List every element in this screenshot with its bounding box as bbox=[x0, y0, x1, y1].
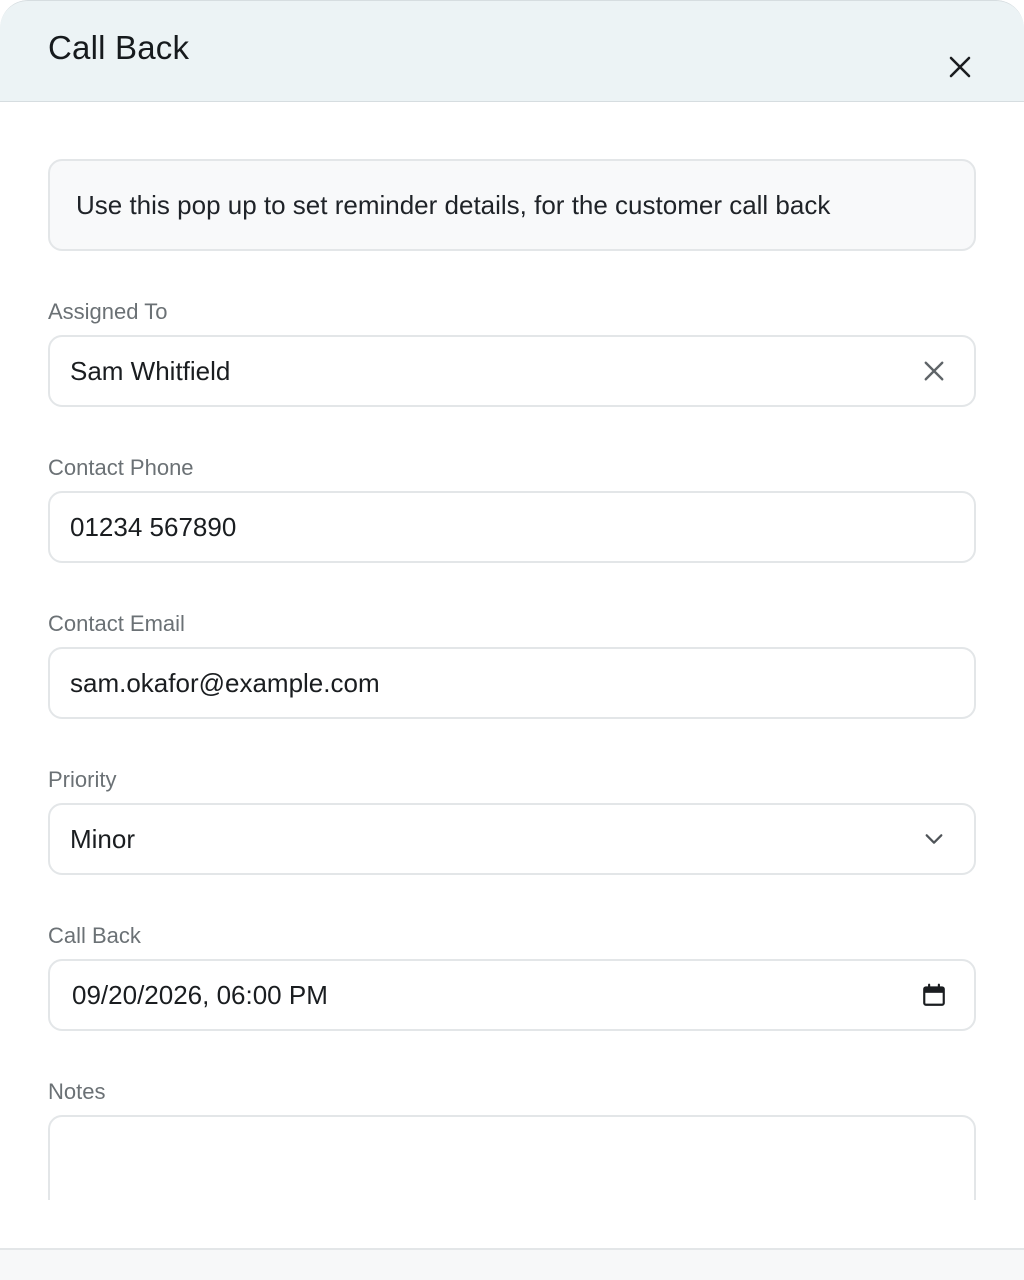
contact-email-field[interactable]: sam.okafor@example.com bbox=[48, 647, 976, 719]
call-back-label: Call Back bbox=[48, 923, 141, 948]
priority-label: Priority bbox=[48, 767, 117, 792]
call-back-value: 09/20/2026, 06:00 PM bbox=[72, 979, 328, 1010]
priority-dropdown-toggle[interactable] bbox=[916, 821, 952, 857]
contact-email-value: sam.okafor@example.com bbox=[70, 667, 380, 698]
chevron-down-icon bbox=[925, 834, 943, 844]
info-message: Use this pop up to set reminder details,… bbox=[48, 159, 976, 251]
assigned-to-label: Assigned To bbox=[48, 299, 168, 324]
priority-select[interactable]: Minor bbox=[48, 803, 976, 875]
contact-phone-value: 01234 567890 bbox=[70, 511, 237, 542]
contact-phone-label: Contact Phone bbox=[48, 455, 194, 480]
priority-value: Minor bbox=[70, 823, 136, 854]
contact-email-label: Contact Email bbox=[48, 611, 185, 636]
notes-label: Notes bbox=[48, 1079, 106, 1104]
info-text: Use this pop up to set reminder details,… bbox=[76, 189, 831, 220]
close-icon bbox=[949, 56, 971, 78]
close-button[interactable] bbox=[942, 49, 978, 85]
assigned-to-field[interactable]: Sam Whitfield bbox=[48, 335, 976, 407]
assigned-to-value: Sam Whitfield bbox=[70, 355, 231, 386]
dialog-body: Use this pop up to set reminder details,… bbox=[0, 103, 1024, 1200]
calendar-picker-button[interactable] bbox=[916, 977, 952, 1013]
contact-phone-field[interactable]: 01234 567890 bbox=[48, 491, 976, 563]
dialog-footer bbox=[0, 1248, 1024, 1280]
clear-assigned-button[interactable] bbox=[916, 353, 952, 389]
dialog-header: Call Back bbox=[0, 0, 1024, 102]
calendar-icon bbox=[923, 983, 945, 1006]
clear-icon bbox=[924, 361, 944, 381]
notes-textarea[interactable] bbox=[48, 1115, 976, 1200]
call-back-dialog: Call Back Use this pop up to set reminde… bbox=[0, 0, 1024, 1280]
dialog-title: Call Back bbox=[48, 29, 190, 66]
call-back-datetime-input[interactable]: 09/20/2026, 06:00 PM bbox=[48, 959, 976, 1031]
